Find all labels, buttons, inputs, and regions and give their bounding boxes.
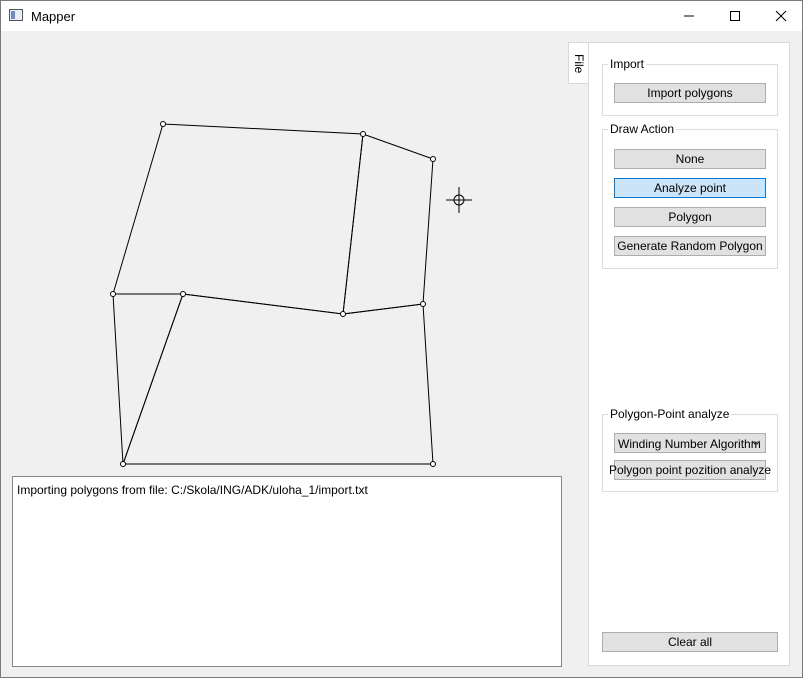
generate-random-polygon-button[interactable]: Generate Random Polygon [614, 236, 766, 256]
tab-file[interactable]: File [568, 42, 589, 84]
polygon-vertex [340, 311, 346, 317]
maximize-button[interactable] [712, 1, 758, 31]
polygon-2 [342, 133, 434, 315]
polygon-vertex [360, 131, 366, 137]
draw-action-group: Draw Action None Analyze point Polygon G… [602, 122, 778, 269]
polygon-vertex [160, 121, 166, 127]
import-polygons-button[interactable]: Import polygons [614, 83, 766, 103]
draw-action-group-title: Draw Action [608, 122, 677, 136]
log-line: Importing polygons from file: C:/Skola/I… [17, 483, 368, 497]
main-window: Mapper Importing polygons from file: C:/… [0, 0, 803, 678]
minimize-icon [684, 15, 694, 17]
polygon-1 [112, 123, 364, 315]
polygon-4 [122, 293, 434, 465]
polygon-vertex [430, 461, 436, 467]
chevron-down-icon [751, 440, 761, 446]
algorithm-select[interactable]: Winding Number Algorithm [614, 433, 766, 453]
polygon-vertex [120, 461, 126, 467]
polygon-vertex [430, 156, 436, 162]
window-title: Mapper [31, 9, 76, 24]
title-bar: Mapper [1, 1, 802, 31]
polygon-button[interactable]: Polygon [614, 207, 766, 227]
import-group-title: Import [608, 57, 647, 71]
import-group: Import Import polygons [602, 57, 778, 116]
sidebar-panel: Import Import polygons Draw Action None … [588, 42, 790, 666]
polygon-vertex [110, 291, 116, 297]
algorithm-select-value: Winding Number Algorithm [618, 437, 761, 451]
log-console[interactable]: Importing polygons from file: C:/Skola/I… [12, 476, 562, 667]
polygon-vertex [420, 301, 426, 307]
drawing-canvas[interactable] [1, 32, 561, 472]
polygon-point-position-analyze-button[interactable]: Polygon point pozition analyze [609, 460, 771, 480]
tab-file-label: File [572, 54, 586, 74]
maximize-icon [730, 11, 740, 21]
clear-all-button[interactable]: Clear all [602, 632, 778, 652]
close-button[interactable] [758, 1, 803, 31]
close-icon [775, 10, 787, 22]
polygon-vertex [180, 291, 186, 297]
polygon-point-analyze-title: Polygon-Point analyze [608, 407, 732, 421]
polygon-point-analyze-group: Polygon-Point analyze Winding Number Alg… [602, 407, 778, 492]
crosshair-icon [446, 187, 472, 213]
app-icon [9, 9, 23, 21]
polygon-3 [112, 293, 184, 465]
minimize-button[interactable] [666, 1, 712, 31]
none-button[interactable]: None [614, 149, 766, 169]
analyze-point-button[interactable]: Analyze point [614, 178, 766, 198]
